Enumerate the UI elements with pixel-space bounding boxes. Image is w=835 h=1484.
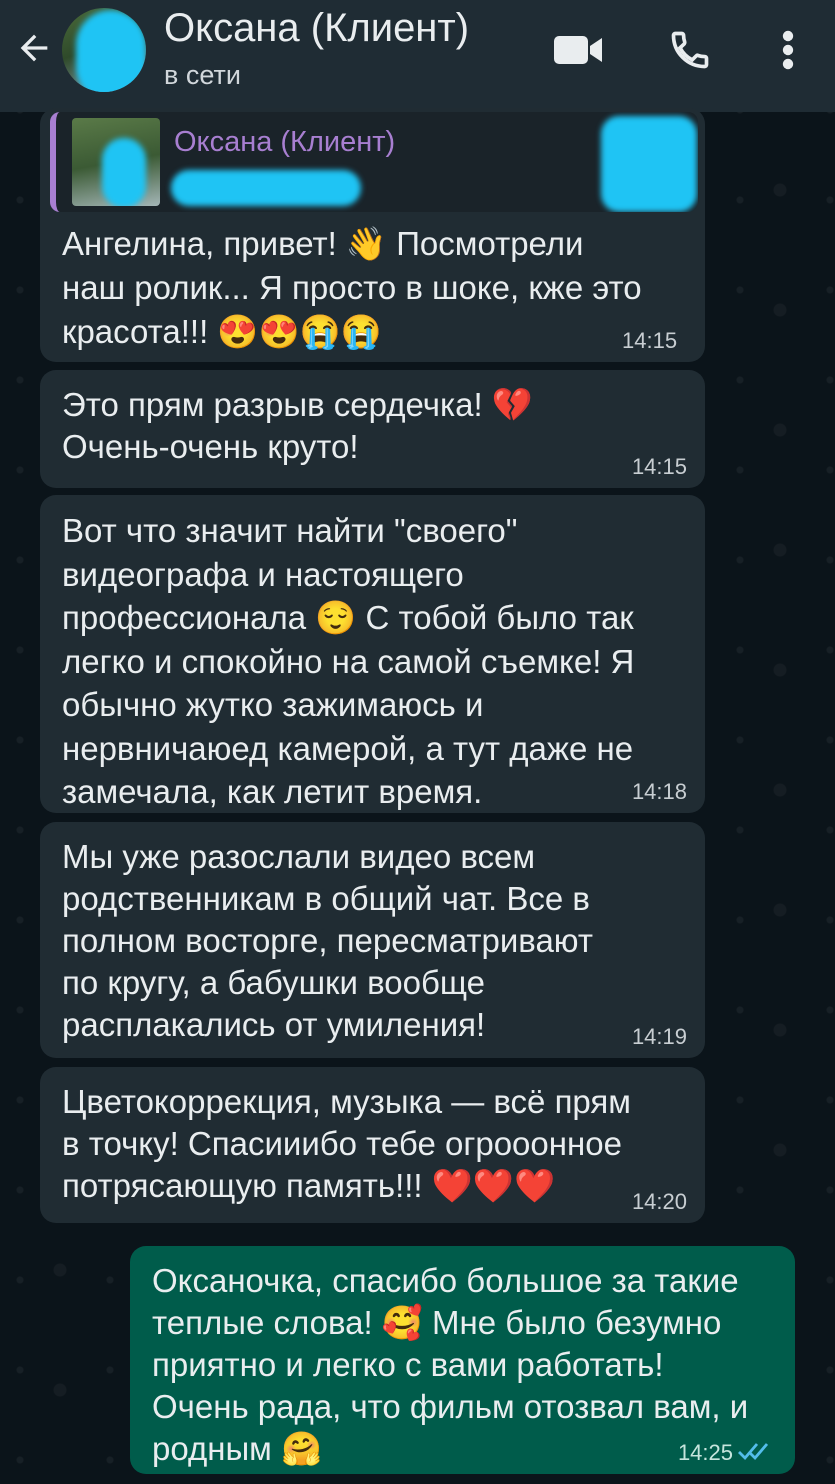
voice-call-button[interactable] — [662, 24, 718, 76]
message-text: Мы уже разослали видео всем родственника… — [62, 838, 593, 1043]
message-time: 14:19 — [631, 1024, 687, 1049]
double-check-read-icon — [738, 1443, 769, 1461]
message-bubble-incoming[interactable]: Мы уже разослали видео всем родственника… — [40, 822, 705, 1058]
quoted-author: Оксана (Клиент) — [174, 126, 396, 158]
back-button[interactable] — [8, 22, 60, 74]
message-bubble-incoming[interactable]: Цветокоррекция, музыка — всё прям в точк… — [40, 1067, 705, 1223]
message-time: 14:15 — [631, 454, 687, 479]
quoted-message[interactable]: Оксана (Клиент) — [50, 112, 698, 212]
message-time: 14:18 — [631, 779, 687, 804]
message-text: Вот что значит найти "своего" видеографа… — [62, 512, 635, 810]
message-bubble-incoming[interactable]: Вот что значит найти "своего" видеографа… — [40, 495, 705, 813]
message-bubble-incoming[interactable]: Это прям разрыв сердечка! 💔 Очень-очень … — [40, 370, 705, 488]
phone-call-icon — [671, 31, 709, 69]
quoted-thumbnail — [72, 118, 160, 206]
more-vert-icon — [782, 30, 794, 70]
avatar-redaction — [76, 10, 146, 92]
quoted-text-redaction — [171, 170, 361, 206]
message-text: Оксаночка, спасибо большое за такие тепл… — [152, 1262, 749, 1467]
chat-header: Оксана (Клиент) в сети — [0, 0, 835, 112]
thumbnail-redaction — [102, 138, 146, 206]
message-text: Цветокоррекция, музыка — всё прям в точк… — [62, 1083, 631, 1204]
message-text: Ангелина, привет! 👋 Посмотрели наш ролик… — [62, 225, 642, 350]
video-call-button[interactable] — [550, 24, 606, 76]
message-text: Это прям разрыв сердечка! 💔 Очень-очень … — [62, 386, 533, 465]
contact-status: в сети — [164, 60, 241, 90]
avatar[interactable] — [62, 8, 146, 92]
message-bubble-outgoing[interactable]: Оксаночка, спасибо большое за такие тепл… — [130, 1246, 795, 1474]
quoted-media-redaction — [601, 116, 697, 212]
contact-name[interactable]: Оксана (Клиент) — [164, 6, 469, 51]
message-time: 14:20 — [631, 1189, 687, 1214]
arrow-left-icon — [20, 34, 48, 62]
video-call-icon — [554, 36, 602, 64]
message-time: 14:15 — [622, 328, 678, 353]
message-time: 14:25 — [677, 1440, 733, 1465]
more-options-button[interactable] — [768, 24, 808, 76]
